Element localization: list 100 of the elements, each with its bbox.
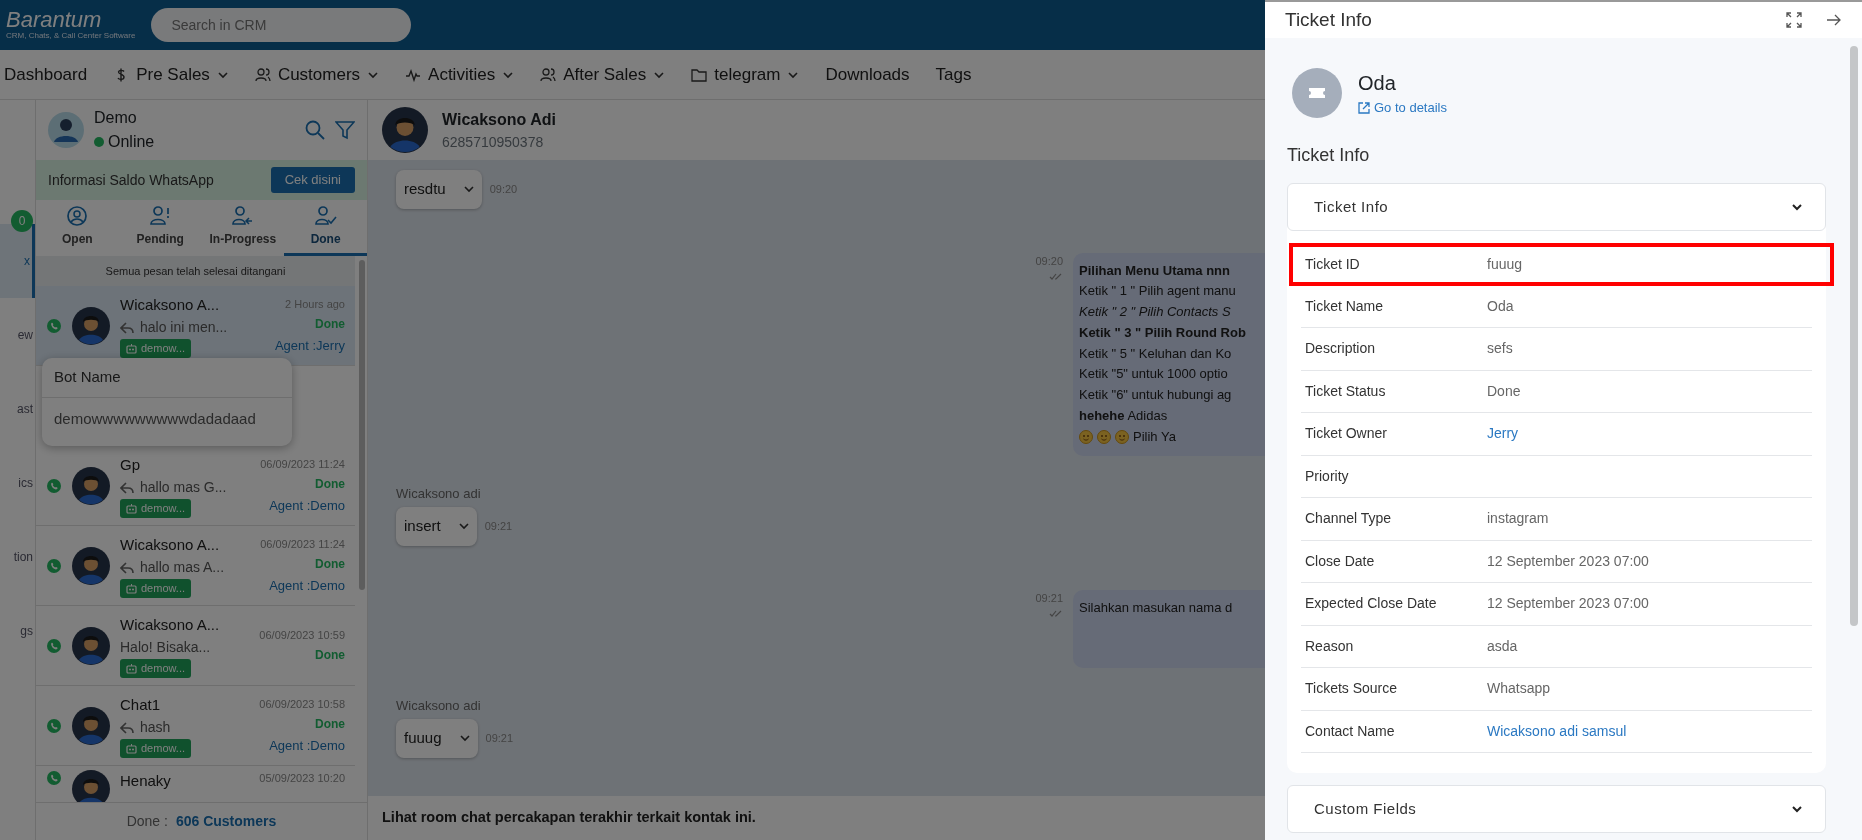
whatsapp-icon: [46, 477, 62, 494]
avatar-drawing: [72, 706, 110, 745]
sidebar-item[interactable]: x: [0, 224, 35, 298]
message-preview: hash: [140, 718, 171, 737]
scrollbar[interactable]: [1850, 46, 1858, 626]
whatsapp-icon: [46, 557, 62, 574]
field-label: Channel Type: [1305, 509, 1393, 529]
agent-label: Agent :Demo: [269, 577, 345, 595]
bot-tag[interactable]: demow...: [120, 579, 192, 598]
message-preview: Halo! Bisaka...: [120, 638, 211, 657]
select-value: resdtu: [404, 179, 446, 199]
field-label: Description: [1305, 339, 1377, 359]
nav-menu-item[interactable]: Downloads: [825, 61, 910, 88]
field-value: fuuug: [1487, 254, 1523, 274]
bot-tag[interactable]: demow...: [120, 499, 192, 518]
conversation-item[interactable]: Wicaksono A... Halo! Bisaka... demow... 06/09/2023 10:59 Done: [36, 606, 355, 686]
field-label: Ticket Owner: [1305, 424, 1388, 444]
message-preview: halo ini men...: [140, 318, 228, 337]
field-label: Close Date: [1305, 551, 1376, 571]
check-button[interactable]: Cek disini: [270, 167, 355, 193]
contact-name: Gp: [120, 454, 141, 475]
status-label: Done: [315, 476, 345, 493]
field-label: Reason: [1305, 636, 1355, 656]
sidebar-item[interactable]: tion: [0, 520, 35, 594]
message-line: Pilih Ya: [1133, 427, 1176, 446]
status-tab[interactable]: In-Progress: [201, 200, 285, 256]
search-icon[interactable]: [305, 120, 325, 140]
bot-tag[interactable]: demow...: [120, 739, 192, 758]
nav-menu-item[interactable]: After Sales: [540, 61, 666, 88]
message-preview: hallo mas A...: [140, 558, 225, 577]
avatar-drawing: [48, 112, 84, 148]
expand-icon[interactable]: [1786, 12, 1802, 28]
field-link[interactable]: Jerry: [1487, 423, 1519, 445]
nav-menu-item[interactable]: Dashboard: [4, 61, 88, 88]
person-check-icon: [314, 205, 338, 227]
field-value: sefs: [1487, 339, 1513, 359]
message-line: hehehe Adidas: [1079, 407, 1168, 426]
accordion-header[interactable]: Ticket Info: [1287, 183, 1826, 231]
nav-menu-item[interactable]: Pre Sales: [113, 61, 229, 88]
message-preview: hallo mas G...: [140, 478, 227, 497]
person-arrow-icon: [231, 205, 255, 227]
filter-icon[interactable]: [335, 120, 355, 140]
chevron-down-icon: [1791, 201, 1803, 213]
agent-label: Agent :Demo: [269, 497, 345, 515]
agent-status: Online: [108, 132, 155, 152]
whatsapp-icon: [46, 717, 62, 734]
nav-menu-item[interactable]: Customers: [254, 61, 380, 88]
accordion-header[interactable]: Custom Fields: [1287, 785, 1826, 833]
select-value: insert: [404, 516, 441, 537]
field-value: instagram: [1487, 509, 1549, 529]
sidebar-item[interactable]: ics: [0, 446, 35, 520]
nav-menu-item[interactable]: telegram: [691, 61, 800, 88]
sidebar-item[interactable]: ew: [0, 298, 35, 372]
select-bubble[interactable]: fuuug: [396, 719, 478, 758]
conversation-item[interactable]: Henaky 05/09/2023 10:20: [36, 766, 355, 802]
nav-menu-item[interactable]: Tags: [935, 61, 972, 88]
message-line: Pilihan Menu Utama nnn: [1079, 261, 1230, 280]
notice-bar: Semua pesan telah selesai ditangani: [36, 256, 355, 286]
conversation-item[interactable]: Gp hallo mas G... demow... 06/09/2023 11:24 Done Agent :Demo: [36, 446, 355, 526]
conversation-time: 06/09/2023 10:58: [259, 696, 345, 712]
message-line: Silahkan masukan nama d: [1079, 598, 1233, 617]
select-value: fuuug: [404, 728, 442, 749]
whatsapp-icon: [46, 637, 62, 654]
status-tab[interactable]: Pending: [118, 200, 202, 256]
field-value: 12 September 2023 07:00: [1487, 551, 1649, 571]
count-badge: 0: [11, 210, 33, 232]
bot-tag[interactable]: demow...: [120, 339, 192, 358]
external-link-icon: [1358, 102, 1370, 114]
double-check-icon: [1049, 610, 1063, 619]
conversation-item[interactable]: Chat1 hash demow... 06/09/2023 10:58 Done Agent :Demo: [36, 686, 355, 766]
contact-name: Wicaksono A...: [120, 534, 221, 555]
emoji-icon: [1079, 430, 1093, 445]
status-label: Done: [315, 556, 345, 573]
status-tab[interactable]: Open: [36, 200, 119, 256]
avatar-drawing: [72, 546, 110, 585]
drawer-title: Ticket Info: [1285, 7, 1372, 32]
field-link[interactable]: Wicaksono adi samsul: [1487, 720, 1627, 742]
sidebar-item[interactable]: gs: [0, 594, 35, 668]
message-line: Ketik " 1 " Pilih agent manu: [1079, 282, 1236, 301]
avatar-drawing: [72, 770, 110, 802]
details-link[interactable]: Go to details: [1358, 98, 1447, 118]
search-field[interactable]: Search in CRM: [151, 8, 412, 42]
sidebar-item[interactable]: ast: [0, 372, 35, 446]
bot-tag[interactable]: demow...: [120, 659, 192, 678]
conversation-item[interactable]: Wicaksono A... hallo mas A... demow... 06/09/2023 11:24 Done Agent :Demo: [36, 526, 355, 606]
conversation-time: 06/09/2023 11:24: [260, 536, 345, 552]
avatar-drawing: [72, 626, 110, 665]
message-line: Ketik "5" untuk 1000 optio: [1079, 365, 1228, 384]
field-label: Priority: [1305, 466, 1350, 486]
field-value: asda: [1487, 636, 1518, 656]
select-bubble[interactable]: resdtu: [396, 170, 482, 209]
select-bubble[interactable]: insert: [396, 507, 477, 546]
field-label: Expected Close Date: [1305, 594, 1438, 614]
arrow-right-icon[interactable]: [1826, 12, 1842, 28]
banner-text: Informasi Saldo WhatsApp: [48, 170, 214, 190]
nav-menu-item[interactable]: Activities: [405, 61, 515, 88]
users-icon: [540, 66, 557, 83]
person-circle-icon: [65, 205, 89, 227]
logo-text: Barantum: [6, 9, 103, 32]
scrollbar[interactable]: [359, 260, 365, 590]
